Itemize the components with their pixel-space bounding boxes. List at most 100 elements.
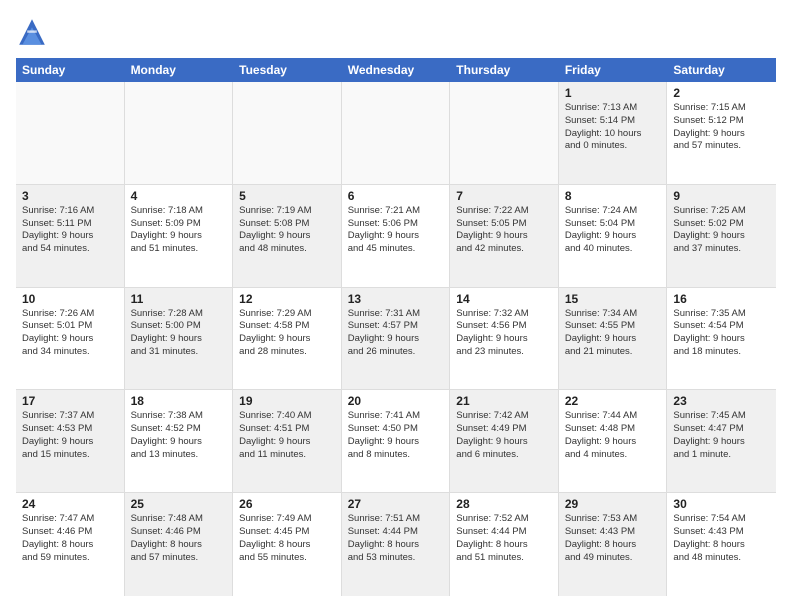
cell-line: Sunset: 5:05 PM [456,218,552,231]
day-number: 2 [673,86,770,100]
cell-line: and 4 minutes. [565,449,661,462]
header-cell-monday: Monday [125,58,234,82]
cell-line: and 59 minutes. [22,552,118,565]
cell-line: Sunset: 4:55 PM [565,320,661,333]
header-cell-friday: Friday [559,58,668,82]
logo-icon [16,16,48,48]
cell-line: Sunset: 5:06 PM [348,218,444,231]
empty-cell [450,82,559,184]
cell-line: Sunrise: 7:22 AM [456,205,552,218]
day-number: 28 [456,497,552,511]
day-cell-16: 16Sunrise: 7:35 AMSunset: 4:54 PMDayligh… [667,288,776,390]
day-number: 16 [673,292,770,306]
page: SundayMondayTuesdayWednesdayThursdayFrid… [0,0,792,612]
cell-line: and 48 minutes. [673,552,770,565]
cell-line: Daylight: 8 hours [348,539,444,552]
cell-line: Daylight: 8 hours [131,539,227,552]
cell-line: Daylight: 9 hours [456,230,552,243]
cell-line: Sunset: 4:48 PM [565,423,661,436]
cell-line: Daylight: 9 hours [22,333,118,346]
cell-line: Daylight: 9 hours [239,436,335,449]
cell-line: Daylight: 9 hours [565,230,661,243]
day-number: 29 [565,497,661,511]
day-number: 20 [348,394,444,408]
day-number: 24 [22,497,118,511]
cell-line: Sunrise: 7:24 AM [565,205,661,218]
cell-line: Sunrise: 7:31 AM [348,308,444,321]
week-row-1: 1Sunrise: 7:13 AMSunset: 5:14 PMDaylight… [16,82,776,185]
cell-line: and 55 minutes. [239,552,335,565]
day-number: 3 [22,189,118,203]
cell-line: and 26 minutes. [348,346,444,359]
day-cell-18: 18Sunrise: 7:38 AMSunset: 4:52 PMDayligh… [125,390,234,492]
cell-line: and 6 minutes. [456,449,552,462]
cell-line: Daylight: 9 hours [673,436,770,449]
cell-line: Sunrise: 7:28 AM [131,308,227,321]
day-cell-24: 24Sunrise: 7:47 AMSunset: 4:46 PMDayligh… [16,493,125,596]
day-cell-15: 15Sunrise: 7:34 AMSunset: 4:55 PMDayligh… [559,288,668,390]
day-cell-3: 3Sunrise: 7:16 AMSunset: 5:11 PMDaylight… [16,185,125,287]
cell-line: and 34 minutes. [22,346,118,359]
cell-line: Sunrise: 7:16 AM [22,205,118,218]
cell-line: Sunset: 5:00 PM [131,320,227,333]
cell-line: Daylight: 8 hours [456,539,552,552]
day-number: 21 [456,394,552,408]
cell-line: Sunrise: 7:47 AM [22,513,118,526]
cell-line: Daylight: 9 hours [673,128,770,141]
cell-line: Sunrise: 7:40 AM [239,410,335,423]
cell-line: and 51 minutes. [456,552,552,565]
cell-line: Daylight: 9 hours [348,230,444,243]
day-number: 12 [239,292,335,306]
header-cell-wednesday: Wednesday [342,58,451,82]
cell-line: Daylight: 10 hours [565,128,661,141]
day-cell-23: 23Sunrise: 7:45 AMSunset: 4:47 PMDayligh… [667,390,776,492]
week-row-4: 17Sunrise: 7:37 AMSunset: 4:53 PMDayligh… [16,390,776,493]
day-number: 7 [456,189,552,203]
day-number: 14 [456,292,552,306]
cell-line: Daylight: 8 hours [22,539,118,552]
day-cell-27: 27Sunrise: 7:51 AMSunset: 4:44 PMDayligh… [342,493,451,596]
day-cell-8: 8Sunrise: 7:24 AMSunset: 5:04 PMDaylight… [559,185,668,287]
cell-line: Sunset: 5:12 PM [673,115,770,128]
cell-line: and 28 minutes. [239,346,335,359]
day-cell-6: 6Sunrise: 7:21 AMSunset: 5:06 PMDaylight… [342,185,451,287]
cell-line: Daylight: 9 hours [239,333,335,346]
day-number: 22 [565,394,661,408]
cell-line: and 49 minutes. [565,552,661,565]
cell-line: and 37 minutes. [673,243,770,256]
cell-line: Sunset: 4:50 PM [348,423,444,436]
empty-cell [16,82,125,184]
cell-line: Sunrise: 7:49 AM [239,513,335,526]
calendar-header: SundayMondayTuesdayWednesdayThursdayFrid… [16,58,776,82]
cell-line: and 18 minutes. [673,346,770,359]
cell-line: Sunset: 4:44 PM [456,526,552,539]
day-cell-21: 21Sunrise: 7:42 AMSunset: 4:49 PMDayligh… [450,390,559,492]
cell-line: Sunrise: 7:34 AM [565,308,661,321]
day-cell-30: 30Sunrise: 7:54 AMSunset: 4:43 PMDayligh… [667,493,776,596]
day-number: 19 [239,394,335,408]
cell-line: Sunset: 5:09 PM [131,218,227,231]
day-number: 13 [348,292,444,306]
empty-cell [342,82,451,184]
day-cell-10: 10Sunrise: 7:26 AMSunset: 5:01 PMDayligh… [16,288,125,390]
cell-line: Sunrise: 7:25 AM [673,205,770,218]
empty-cell [233,82,342,184]
cell-line: Sunset: 4:49 PM [456,423,552,436]
week-row-5: 24Sunrise: 7:47 AMSunset: 4:46 PMDayligh… [16,493,776,596]
cell-line: Sunrise: 7:42 AM [456,410,552,423]
cell-line: Daylight: 9 hours [565,333,661,346]
day-number: 27 [348,497,444,511]
day-number: 23 [673,394,770,408]
day-number: 26 [239,497,335,511]
cell-line: and 8 minutes. [348,449,444,462]
cell-line: Sunrise: 7:26 AM [22,308,118,321]
cell-line: and 40 minutes. [565,243,661,256]
cell-line: Sunset: 4:56 PM [456,320,552,333]
cell-line: Sunset: 4:53 PM [22,423,118,436]
week-row-3: 10Sunrise: 7:26 AMSunset: 5:01 PMDayligh… [16,288,776,391]
cell-line: Daylight: 9 hours [131,230,227,243]
day-cell-12: 12Sunrise: 7:29 AMSunset: 4:58 PMDayligh… [233,288,342,390]
header-cell-sunday: Sunday [16,58,125,82]
cell-line: Daylight: 9 hours [348,333,444,346]
cell-line: Sunrise: 7:52 AM [456,513,552,526]
